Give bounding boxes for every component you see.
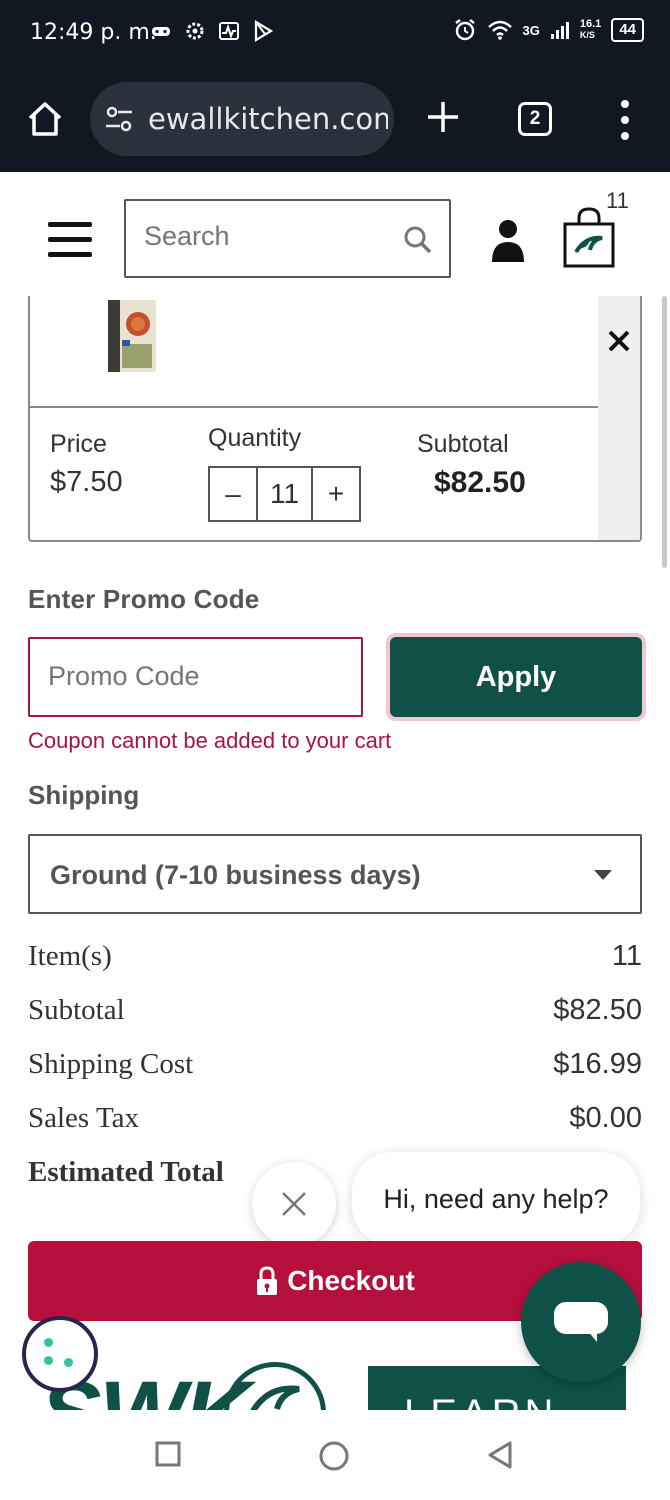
summary-value: $0.00 — [569, 1102, 642, 1134]
cart-count-badge: 11 — [606, 188, 629, 213]
network-speed: 16.1 K/S — [580, 19, 601, 41]
signal-icon — [550, 22, 569, 39]
summary-row-sales-tax: Sales Tax $0.00 — [28, 1102, 642, 1142]
search-input[interactable] — [144, 221, 394, 252]
chat-bubble-icon — [554, 1302, 608, 1334]
home-icon[interactable] — [24, 98, 66, 140]
network-type: 3G — [522, 22, 540, 38]
close-icon — [282, 1192, 306, 1216]
chat-dismiss-button[interactable] — [252, 1162, 336, 1246]
subtotal-label: Subtotal — [417, 430, 509, 458]
site-header: 11 — [0, 172, 670, 296]
network-speed-unit: K/S — [579, 30, 595, 40]
summary-value: 11 — [611, 940, 642, 972]
subtotal-value: $82.50 — [434, 466, 526, 499]
coupon-error-message: Coupon cannot be added to your cart — [28, 728, 392, 753]
summary-label: Shipping Cost — [28, 1048, 194, 1080]
shipping-label: Shipping — [28, 780, 140, 810]
more-options-icon[interactable] — [614, 98, 636, 142]
alarm-icon — [454, 19, 475, 41]
settings-gear-icon — [186, 22, 204, 40]
summary-row-subtotal: Subtotal $82.50 — [28, 994, 642, 1034]
lock-icon — [257, 1266, 278, 1295]
decrease-quantity-button[interactable]: – — [210, 468, 258, 520]
cookie-chip-icon — [64, 1358, 73, 1367]
account-icon[interactable] — [490, 218, 526, 262]
url-text: ewallkitchen.com — [148, 102, 388, 136]
apply-promo-button[interactable]: Apply — [386, 633, 646, 721]
gamepad-icon — [152, 27, 170, 36]
system-navigation-bar — [0, 1410, 670, 1500]
quantity-value[interactable]: 11 — [258, 468, 313, 520]
product-image[interactable] — [102, 300, 162, 376]
address-bar[interactable]: ewallkitchen.com — [90, 82, 394, 156]
network-speed-value: 16.1 — [579, 18, 602, 30]
remove-item-icon[interactable] — [606, 328, 632, 354]
shipping-selected-value: Ground (7-10 business days) — [50, 860, 421, 890]
summary-row-shipping-cost: Shipping Cost $16.99 — [28, 1048, 642, 1088]
wifi-icon — [487, 20, 512, 40]
page-scrollbar[interactable] — [662, 296, 667, 568]
cart-item-card: Price $7.50 Quantity – 11 + Subtotal $82… — [28, 296, 642, 542]
leaf-icon — [250, 1385, 300, 1410]
chat-greeting-bubble[interactable]: Hi, need any help? — [352, 1152, 640, 1246]
status-time: 12:49 p. m. — [30, 20, 157, 45]
new-tab-icon[interactable] — [424, 98, 462, 136]
checkout-label: Checkout — [287, 1265, 415, 1296]
promo-code-field[interactable] — [28, 637, 363, 717]
chat-launcher-button[interactable] — [521, 1262, 641, 1382]
play-store-icon — [254, 20, 274, 42]
status-bar: 12:49 p. m. 3G 16.1 K/S 44 — [0, 0, 670, 68]
summary-row-items: Item(s) 11 — [28, 940, 642, 980]
promo-code-label: Enter Promo Code — [28, 584, 260, 614]
promo-code-input[interactable] — [48, 661, 338, 692]
quantity-stepper: – 11 + — [208, 466, 361, 522]
cookie-chip-icon — [44, 1338, 53, 1347]
summary-value: $16.99 — [553, 1048, 642, 1080]
tab-switcher-button[interactable]: 2 — [518, 102, 552, 136]
chevron-down-icon — [594, 870, 612, 880]
search-icon[interactable] — [403, 225, 433, 255]
shipping-method-select[interactable]: Ground (7-10 business days) — [28, 834, 642, 914]
price-value: $7.50 — [50, 466, 123, 498]
summary-label: Item(s) — [28, 940, 112, 972]
summary-label: Sales Tax — [28, 1102, 140, 1134]
recent-apps-icon[interactable] — [154, 1440, 182, 1468]
shopping-bag-icon[interactable] — [562, 206, 616, 268]
hamburger-menu-icon[interactable] — [48, 222, 92, 258]
increase-quantity-button[interactable]: + — [313, 468, 359, 520]
cookie-settings-button[interactable] — [22, 1316, 98, 1392]
browser-toolbar: ewallkitchen.com 2 — [0, 68, 670, 172]
back-icon[interactable] — [486, 1440, 514, 1470]
site-settings-icon[interactable] — [104, 104, 134, 134]
chat-bubble-tail — [587, 1330, 597, 1342]
status-notification-icons — [150, 20, 274, 42]
price-label: Price — [50, 430, 107, 458]
summary-value: $82.50 — [553, 994, 642, 1026]
home-circle-icon[interactable] — [318, 1440, 350, 1472]
search-box[interactable] — [124, 199, 451, 278]
battery-indicator: 44 — [611, 18, 644, 42]
summary-label: Estimated Total — [28, 1156, 224, 1188]
cart-item-product-area — [30, 296, 600, 408]
status-system-icons: 3G 16.1 K/S 44 — [453, 18, 644, 42]
quantity-label: Quantity — [208, 424, 302, 452]
cookie-chip-icon — [44, 1356, 53, 1365]
activity-chart-icon — [219, 22, 239, 40]
summary-label: Subtotal — [28, 994, 125, 1026]
remove-item-column — [598, 296, 640, 540]
